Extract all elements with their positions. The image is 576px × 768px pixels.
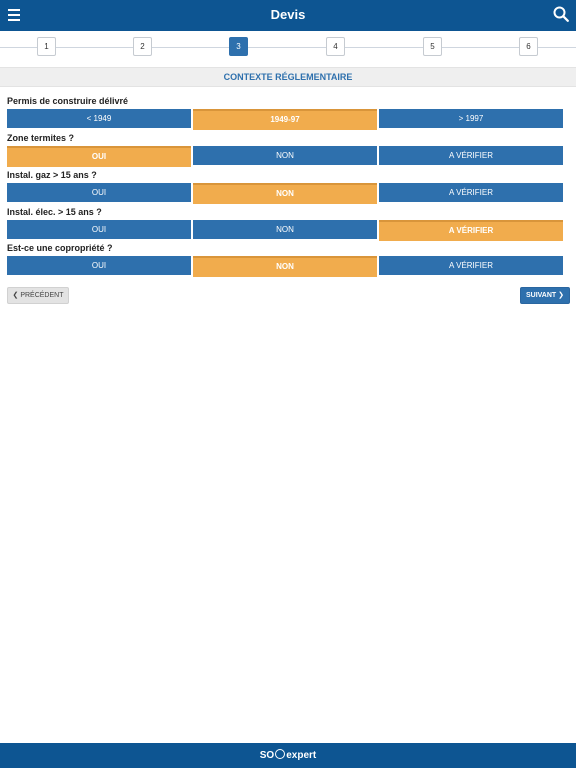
chevron-left-icon: ❮ — [12, 292, 19, 299]
socotec-expert-logo: SO expert — [0, 743, 576, 768]
chevron-right-icon: ❯ — [558, 292, 565, 299]
option-after-1997[interactable]: > 1997 — [379, 109, 563, 128]
step-6[interactable]: 6 — [519, 37, 538, 56]
step-3[interactable]: 3 — [229, 37, 248, 56]
logo-text-left: SO — [259, 750, 275, 761]
option-oui[interactable]: OUI — [7, 146, 191, 167]
previous-button-label: PRÉCÉDENT — [20, 292, 64, 299]
option-non[interactable]: NON — [193, 220, 377, 239]
question-label-gaz: Instal. gaz > 15 ans ? — [7, 170, 97, 180]
page-title: Devis — [270, 7, 306, 22]
option-a-verifier[interactable]: A VÉRIFIER — [379, 183, 563, 202]
next-button[interactable]: SUIVANT ❯ — [520, 287, 570, 304]
option-a-verifier[interactable]: A VÉRIFIER — [379, 220, 563, 241]
option-1949-97[interactable]: 1949-97 — [193, 109, 377, 130]
step-5[interactable]: 5 — [423, 37, 442, 56]
logo-circle-icon — [275, 749, 286, 760]
option-non[interactable]: NON — [193, 183, 377, 204]
search-icon[interactable] — [553, 6, 569, 22]
stepper-line — [0, 47, 576, 48]
options-gaz: OUI NON A VÉRIFIER — [7, 183, 563, 204]
logo-text-right: expert — [286, 750, 317, 761]
next-button-label: SUIVANT — [525, 292, 557, 299]
question-label-copropriete: Est-ce une copropriété ? — [7, 243, 113, 253]
previous-button[interactable]: ❮ PRÉCÉDENT — [7, 287, 69, 304]
step-indicator: 1 2 3 4 5 6 — [0, 31, 576, 67]
options-permis: < 1949 1949-97 > 1997 — [7, 109, 563, 130]
options-elec: OUI NON A VÉRIFIER — [7, 220, 563, 241]
section-title: CONTEXTE RÉGLEMENTAIRE — [0, 67, 576, 87]
option-oui[interactable]: OUI — [7, 220, 191, 239]
question-label-permis: Permis de construire délivré — [7, 96, 129, 106]
question-label-termites: Zone termites ? — [7, 133, 75, 143]
step-4[interactable]: 4 — [326, 37, 345, 56]
option-a-verifier[interactable]: A VÉRIFIER — [379, 256, 563, 275]
option-non[interactable]: NON — [193, 256, 377, 277]
footer-bar: SO expert — [0, 743, 576, 768]
option-non[interactable]: NON — [193, 146, 377, 165]
top-app-bar: Devis — [0, 0, 576, 31]
options-copropriete: OUI NON A VÉRIFIER — [7, 256, 563, 277]
step-2[interactable]: 2 — [133, 37, 152, 56]
step-1[interactable]: 1 — [37, 37, 56, 56]
option-oui[interactable]: OUI — [7, 256, 191, 275]
question-label-elec: Instal. élec. > 15 ans ? — [7, 207, 102, 217]
option-a-verifier[interactable]: A VÉRIFIER — [379, 146, 563, 165]
option-oui[interactable]: OUI — [7, 183, 191, 202]
options-termites: OUI NON A VÉRIFIER — [7, 146, 563, 167]
option-before-1949[interactable]: < 1949 — [7, 109, 191, 128]
